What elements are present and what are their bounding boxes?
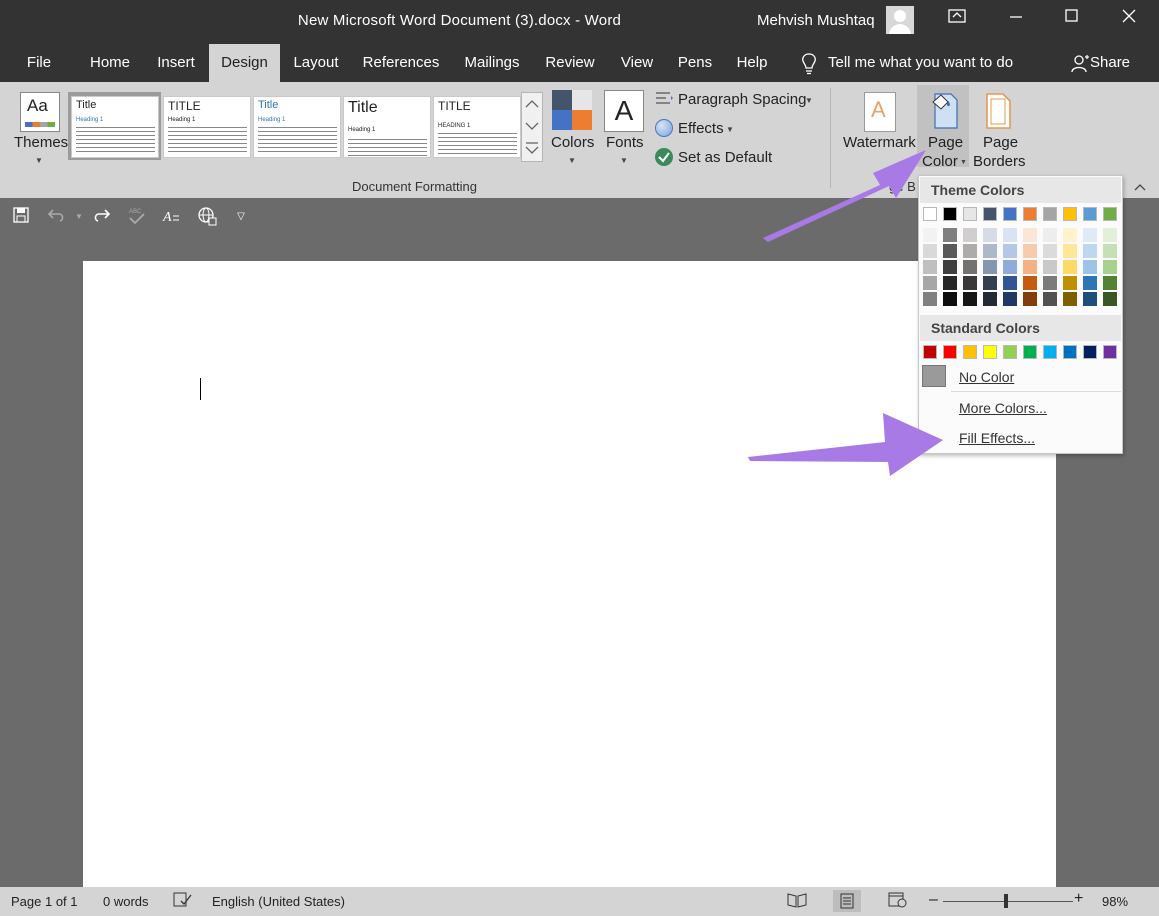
- annotation-arrow-fill-effects: [748, 413, 943, 476]
- annotation-arrow-page-color: [763, 150, 926, 242]
- annotation-arrows: [748, 150, 943, 476]
